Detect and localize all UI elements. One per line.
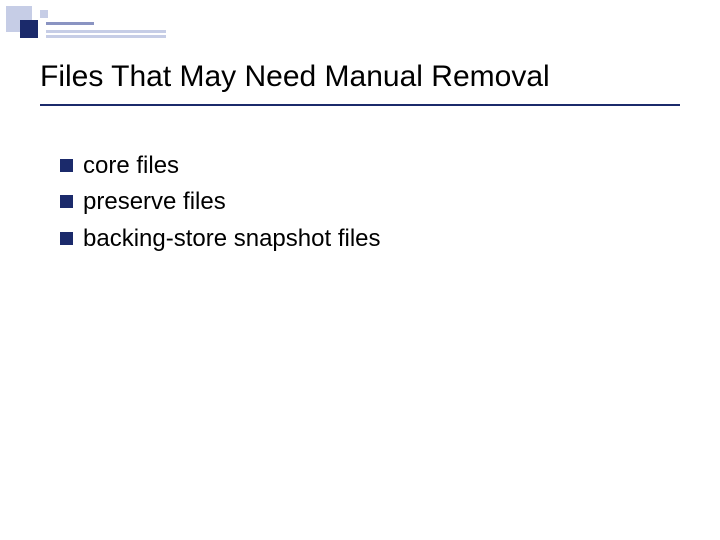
list-item-text: preserve files <box>83 186 660 218</box>
slide-title: Files That May Need Manual Removal <box>40 60 680 95</box>
deco-bar-long-1 <box>46 30 166 33</box>
decorative-squares <box>6 6 186 46</box>
list-item-text: backing-store snapshot files <box>83 223 660 255</box>
title-underline <box>40 104 680 106</box>
deco-bar-short <box>46 22 94 25</box>
list-item: preserve files <box>60 186 660 218</box>
slide-body: core files preserve files backing-store … <box>60 150 660 259</box>
deco-square-tiny <box>40 10 48 18</box>
deco-square-dark <box>20 20 38 38</box>
deco-bar-long-2 <box>46 35 166 38</box>
square-bullet-icon <box>60 159 73 172</box>
list-item-text: core files <box>83 150 660 182</box>
square-bullet-icon <box>60 195 73 208</box>
list-item: core files <box>60 150 660 182</box>
list-item: backing-store snapshot files <box>60 223 660 255</box>
square-bullet-icon <box>60 232 73 245</box>
slide: Files That May Need Manual Removal core … <box>0 0 720 540</box>
